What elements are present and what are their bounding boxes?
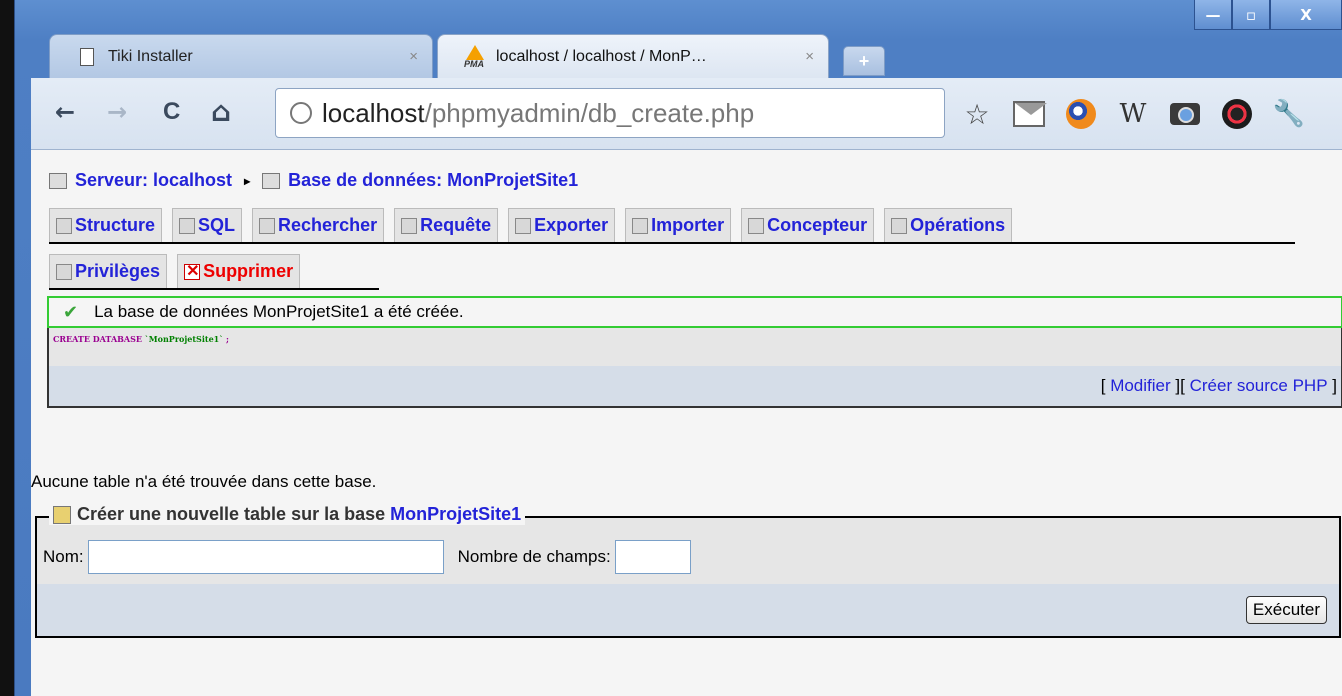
- field-count-label: Nombre de champs:: [457, 547, 611, 566]
- back-button[interactable]: ←: [55, 100, 75, 124]
- forward-button[interactable]: →: [107, 100, 127, 124]
- reload-button[interactable]: C: [163, 100, 180, 124]
- bookmark-star-icon[interactable]: ☆: [961, 98, 993, 131]
- ball-icon[interactable]: [1221, 98, 1253, 130]
- home-button[interactable]: ⌂: [211, 98, 231, 126]
- field-count-input[interactable]: [614, 540, 691, 574]
- db-tabs-row2: Privilèges Supprimer: [49, 254, 379, 290]
- checkmark-icon: ✔: [63, 301, 79, 323]
- tab-title: Tiki Installer: [108, 47, 193, 65]
- submit-bar: Exécuter: [37, 584, 1339, 636]
- tab-designer[interactable]: Concepteur: [741, 208, 875, 242]
- delete-icon: [184, 261, 201, 281]
- tab-operations[interactable]: Opérations: [884, 208, 1013, 242]
- success-notice: ✔ La base de données MonProjetSite1 a ét…: [47, 296, 1342, 328]
- server-icon: [49, 172, 67, 189]
- database-icon: [262, 172, 281, 189]
- db-tabs-row1: Structure SQL Rechercher Requête Exporte…: [49, 208, 1295, 244]
- import-icon: [632, 217, 649, 234]
- address-bar[interactable]: localhost/phpmyadmin/db_create.php: [275, 88, 945, 138]
- search-icon: [259, 217, 276, 234]
- breadcrumb: Serveur: localhost ▸ Base de données: Mo…: [49, 170, 578, 191]
- window-controls: — ▫ X: [1194, 0, 1342, 30]
- tab-close-icon[interactable]: ×: [409, 48, 418, 65]
- tab-tiki-installer[interactable]: Tiki Installer ×: [49, 34, 433, 78]
- extension-icons: ☆ W 🔧: [961, 98, 1325, 131]
- new-tab-button[interactable]: +: [843, 46, 885, 76]
- tab-title: localhost / localhost / MonP…: [496, 47, 707, 65]
- close-window-button[interactable]: X: [1270, 0, 1342, 30]
- gmail-icon[interactable]: [1013, 98, 1047, 130]
- maximize-button[interactable]: ▫: [1232, 0, 1270, 30]
- table-name-input[interactable]: [87, 540, 444, 574]
- sql-query-box: CREATE DATABASE `MonProjetSite1` ; [ Mod…: [47, 328, 1342, 408]
- edit-query-link[interactable]: Modifier: [1110, 376, 1170, 396]
- wrench-icon[interactable]: 🔧: [1273, 98, 1305, 130]
- notice-message: La base de données MonProjetSite1 a été …: [94, 302, 464, 321]
- page-content: Serveur: localhost ▸ Base de données: Mo…: [31, 150, 1342, 696]
- tab-import[interactable]: Importer: [625, 208, 732, 242]
- sql-actions: [ Modifier ] [ Créer source PHP ]: [49, 366, 1341, 406]
- breadcrumb-separator: ▸: [244, 173, 251, 188]
- query-icon: [401, 217, 418, 234]
- sql-code: CREATE DATABASE `MonProjetSite1` ;: [53, 334, 229, 344]
- browser-toolbar: ← → C ⌂ localhost/phpmyadmin/db_create.p…: [31, 78, 1342, 150]
- minimize-button[interactable]: —: [1194, 0, 1232, 30]
- tab-privileges[interactable]: Privilèges: [49, 254, 168, 288]
- sql-icon: [179, 217, 196, 234]
- structure-icon: [56, 217, 72, 234]
- no-tables-message: Aucune table n'a été trouvée dans cette …: [31, 472, 377, 491]
- phpmyadmin-icon: PMA: [464, 44, 486, 69]
- url-path: /phpmyadmin/db_create.php: [424, 97, 755, 128]
- export-icon: [515, 217, 532, 234]
- breadcrumb-server[interactable]: Serveur: localhost: [75, 170, 232, 191]
- camera-icon[interactable]: [1169, 98, 1201, 130]
- database-link[interactable]: MonProjetSite1: [390, 504, 521, 525]
- tools-icon: [891, 217, 908, 234]
- globe-icon: [290, 102, 312, 124]
- create-php-source-link[interactable]: Créer source PHP: [1190, 376, 1328, 396]
- tab-close-icon[interactable]: ×: [805, 48, 814, 65]
- url-host: localhost: [322, 97, 425, 128]
- document-icon: [76, 47, 98, 66]
- browser-window: — ▫ X Tiki Installer × PMA localhost / l…: [14, 0, 1342, 696]
- tab-strip: Tiki Installer × PMA localhost / localho…: [31, 34, 1031, 78]
- tab-sql[interactable]: SQL: [172, 208, 243, 242]
- designer-icon: [748, 217, 765, 234]
- tab-query[interactable]: Requête: [394, 208, 499, 242]
- new-table-icon: [53, 505, 71, 524]
- orb-icon[interactable]: [1065, 98, 1097, 130]
- tab-drop[interactable]: Supprimer: [177, 254, 301, 288]
- tab-search[interactable]: Rechercher: [252, 208, 385, 242]
- tab-structure[interactable]: Structure: [49, 208, 163, 242]
- breadcrumb-database[interactable]: Base de données: MonProjetSite1: [288, 170, 578, 191]
- create-table-fieldset: Créer une nouvelle table sur la base Mon…: [35, 504, 1341, 638]
- execute-button[interactable]: Exécuter: [1245, 596, 1327, 624]
- tab-export[interactable]: Exporter: [508, 208, 616, 242]
- name-label: Nom:: [43, 547, 84, 566]
- users-icon: [56, 263, 72, 280]
- create-table-form: Nom: Nombre de champs:: [43, 540, 691, 574]
- w-extension-icon[interactable]: W: [1117, 98, 1149, 130]
- tab-phpmyadmin[interactable]: PMA localhost / localhost / MonP… ×: [437, 34, 829, 78]
- create-table-legend: Créer une nouvelle table sur la base Mon…: [49, 504, 526, 525]
